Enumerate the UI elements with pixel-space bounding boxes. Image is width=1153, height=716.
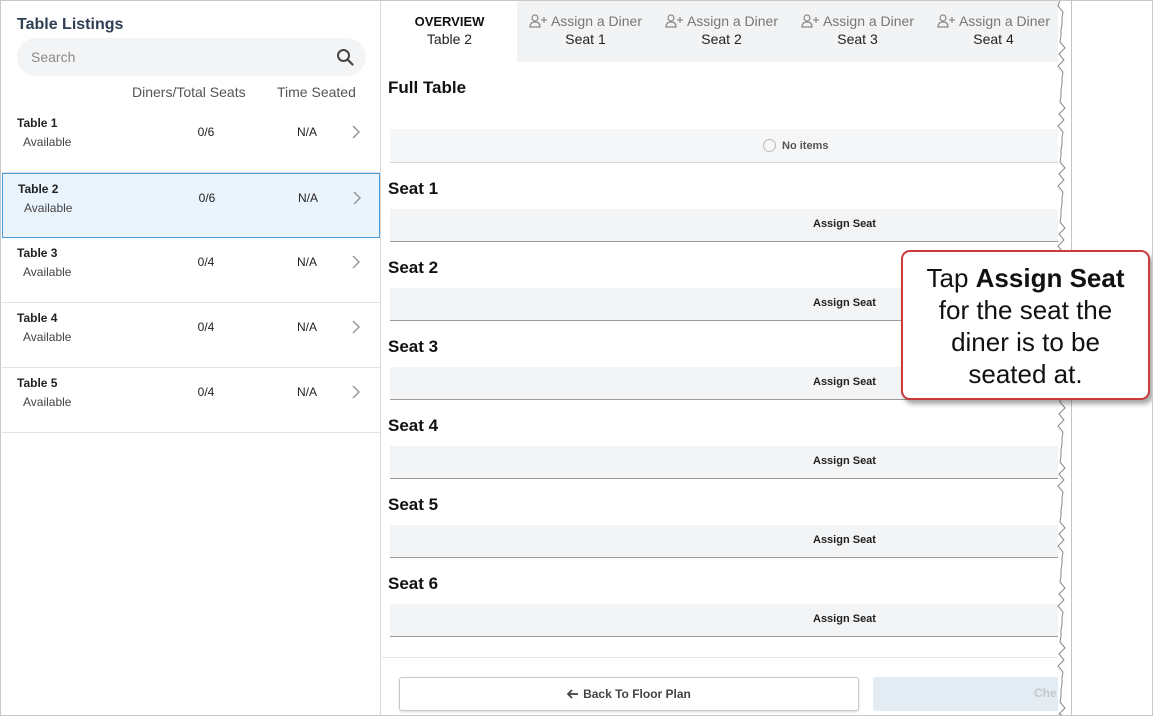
tab-assign-diner-seat-2[interactable]: Assign a Diner Seat 2 xyxy=(654,1,789,62)
empty-circle-icon xyxy=(763,139,776,152)
table-name: Table 2 xyxy=(18,182,59,196)
screenshot-frame: Table Listings Diners/Total Seats Time S… xyxy=(0,0,1153,716)
person-add-icon xyxy=(937,14,955,28)
panel-title: Table Listings xyxy=(17,16,124,33)
person-add-icon xyxy=(665,14,683,28)
chevron-right-icon xyxy=(352,320,361,334)
assign-seat-label: Assign Seat xyxy=(813,455,876,467)
assign-seat-button[interactable]: Assign Seat xyxy=(390,446,1058,479)
seat-title: Seat 1 xyxy=(388,179,439,198)
seat-title: Seat 3 xyxy=(388,337,439,356)
table-status: Available xyxy=(23,265,72,279)
no-items-indicator: No items xyxy=(763,139,828,152)
table-name: Table 5 xyxy=(17,376,58,390)
tab-title: Assign a Diner xyxy=(926,13,1058,29)
table-listings-panel: Table Listings Diners/Total Seats Time S… xyxy=(1,1,381,715)
seat-title: Seat 4 xyxy=(388,416,439,435)
assign-seat-label: Assign Seat xyxy=(813,376,876,388)
table-row[interactable]: Table 2 Available 0/6 N/A xyxy=(2,173,380,238)
table-status: Available xyxy=(23,135,72,149)
back-button-text: Back To Floor Plan xyxy=(583,687,691,701)
assign-seat-label: Assign Seat xyxy=(813,297,876,309)
table-time-seated: N/A xyxy=(296,125,317,139)
table-name: Table 4 xyxy=(17,311,58,325)
table-status: Available xyxy=(23,395,72,409)
arrow-left-icon xyxy=(566,689,579,699)
table-row[interactable]: Table 5 Available 0/4 N/A xyxy=(2,368,380,433)
callout-prefix: Tap xyxy=(926,263,976,293)
table-time-seated: N/A xyxy=(296,385,317,399)
search-icon[interactable] xyxy=(336,48,354,66)
tab-title: Assign a Diner xyxy=(518,13,653,29)
tab-assign-diner-seat-3[interactable]: Assign a Diner Seat 3 xyxy=(790,1,925,62)
table-status: Available xyxy=(24,201,73,215)
person-add-icon xyxy=(529,14,547,28)
tab-subtitle: Seat 1 xyxy=(565,31,606,47)
table-seats: 0/4 xyxy=(197,255,215,269)
table-time-seated: N/A xyxy=(297,191,318,205)
tab-title-text: Assign a Diner xyxy=(686,13,779,29)
footer-bar: Back To Floor Plan Che xyxy=(382,657,1058,715)
callout-bold: Assign Seat xyxy=(975,263,1125,293)
assign-seat-button[interactable]: Assign Seat xyxy=(390,209,1058,242)
column-header-time-seated: Time Seated xyxy=(277,84,356,100)
tab-title-text: Assign a Diner xyxy=(822,13,915,29)
search-input[interactable] xyxy=(31,47,321,67)
table-row[interactable]: Table 3 Available 0/4 N/A xyxy=(2,238,380,303)
table-status: Available xyxy=(23,330,72,344)
column-header-diners: Diners/Total Seats xyxy=(132,84,246,100)
chevron-right-icon xyxy=(352,125,361,139)
tab-subtitle: Seat 2 xyxy=(701,31,742,47)
tab-overview[interactable]: OVERVIEW Table 2 xyxy=(382,1,517,62)
seat-title: Seat 5 xyxy=(388,495,439,514)
tab-title: Assign a Diner xyxy=(654,13,789,29)
full-table-title: Full Table xyxy=(388,78,467,97)
person-add-icon xyxy=(801,14,819,28)
chevron-right-icon xyxy=(352,255,361,269)
tab-subtitle: Seat 4 xyxy=(973,31,1014,47)
instruction-callout: Tap Assign Seat for the seat the diner is… xyxy=(901,250,1150,400)
checkout-button[interactable]: Che xyxy=(873,677,1058,711)
table-time-seated: N/A xyxy=(296,320,317,334)
tab-subtitle: Table 2 xyxy=(426,31,473,47)
tab-title: OVERVIEW xyxy=(382,14,517,29)
table-name: Table 3 xyxy=(17,246,58,260)
assign-seat-label: Assign Seat xyxy=(813,534,876,546)
assign-seat-button[interactable]: Assign Seat xyxy=(390,525,1058,558)
tab-assign-diner-seat-1[interactable]: Assign a Diner Seat 1 xyxy=(518,1,653,62)
back-to-floor-plan-button[interactable]: Back To Floor Plan xyxy=(399,677,859,711)
table-seats: 0/6 xyxy=(197,125,215,139)
tab-bar: OVERVIEW Table 2 Assign a Diner Seat 1 Assig… xyxy=(382,1,1058,62)
assign-seat-label: Assign Seat xyxy=(813,613,876,625)
seat-title: Seat 2 xyxy=(388,258,439,277)
table-seats: 0/4 xyxy=(197,320,215,334)
tab-assign-diner-seat-4[interactable]: Assign a Diner Seat 4 xyxy=(926,1,1058,62)
callout-rest: for the seat the diner is to be seated a… xyxy=(938,295,1113,389)
table-name: Table 1 xyxy=(17,116,58,130)
full-table-items: No items xyxy=(390,129,1058,163)
tab-subtitle: Seat 3 xyxy=(837,31,878,47)
table-seats: 0/4 xyxy=(197,385,215,399)
tab-title-text: Assign a Diner xyxy=(958,13,1051,29)
tab-title-text: OVERVIEW xyxy=(414,14,485,29)
back-button-label: Back To Floor Plan xyxy=(400,687,858,701)
tab-title: Assign a Diner xyxy=(790,13,925,29)
tab-title-text: Assign a Diner xyxy=(550,13,643,29)
callout-text: Tap Assign Seat for the seat the diner is… xyxy=(903,262,1148,390)
search-box[interactable] xyxy=(17,38,366,76)
table-row[interactable]: Table 4 Available 0/4 N/A xyxy=(2,303,380,368)
seat-title: Seat 6 xyxy=(388,574,439,593)
chevron-right-icon xyxy=(352,385,361,399)
chevron-right-icon xyxy=(353,191,362,205)
assign-seat-label: Assign Seat xyxy=(813,218,876,230)
table-seats: 0/6 xyxy=(198,191,216,205)
no-items-text: No items xyxy=(782,140,829,152)
assign-seat-button[interactable]: Assign Seat xyxy=(390,604,1058,637)
table-row[interactable]: Table 1 Available 0/6 N/A xyxy=(2,108,380,173)
table-time-seated: N/A xyxy=(296,255,317,269)
